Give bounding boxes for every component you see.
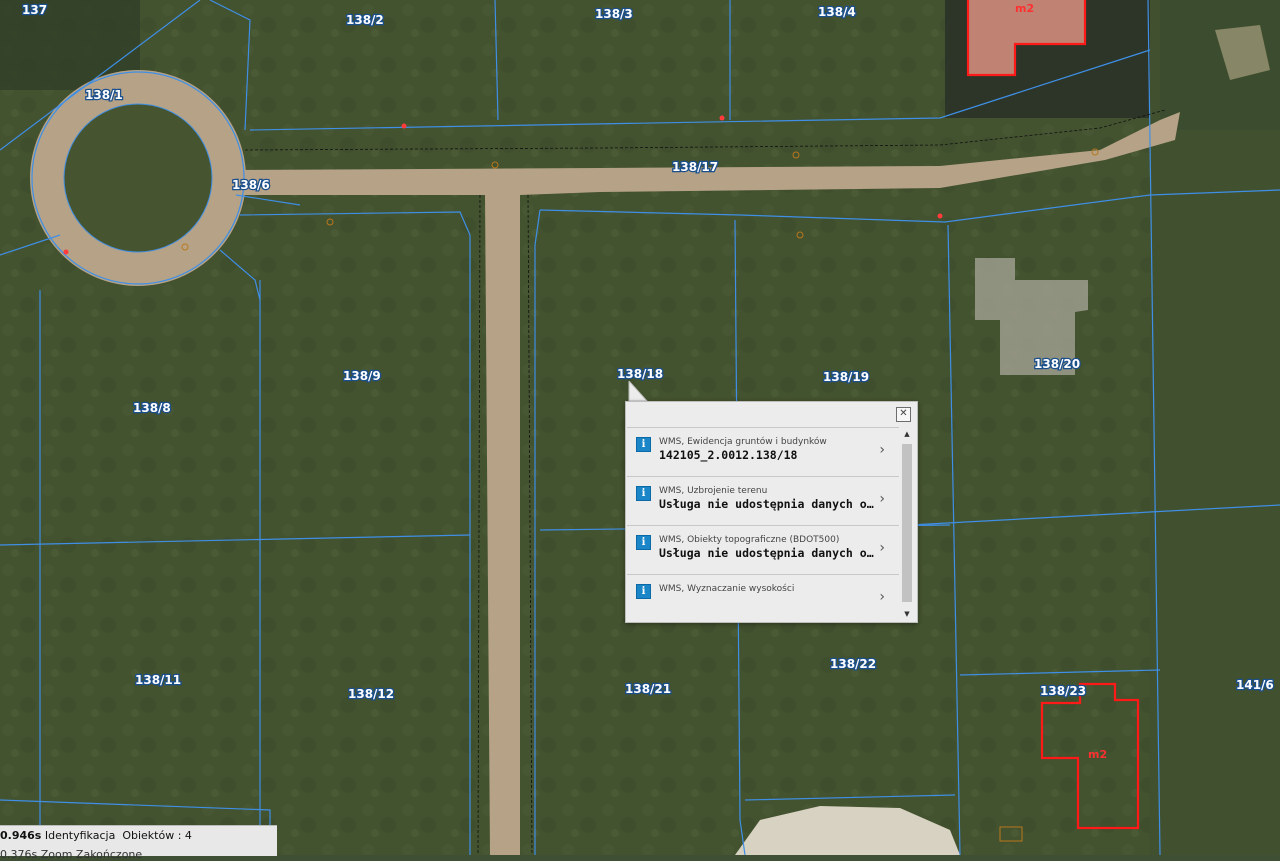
- info-icon: i: [636, 437, 651, 452]
- result-value: Usługa nie udostępnia danych opisowych: [659, 497, 874, 511]
- parcel-label-138-8[interactable]: 138/8: [132, 400, 172, 417]
- result-value: 142105_2.0012.138/18: [659, 448, 798, 462]
- status-count: Obiektów : 4: [122, 829, 192, 842]
- parcel-label-138-20[interactable]: 138/20: [1033, 356, 1082, 373]
- chevron-right-icon[interactable]: ›: [879, 491, 885, 507]
- result-source: WMS, Ewidencja gruntów i budynków: [659, 437, 827, 447]
- chevron-right-icon[interactable]: ›: [879, 442, 885, 458]
- parcel-label-138-1[interactable]: 138/1: [84, 87, 124, 104]
- scroll-up-icon[interactable]: ▲: [901, 430, 913, 440]
- popup-pointer: [628, 381, 649, 402]
- parcel-label-138-21[interactable]: 138/21: [624, 681, 673, 698]
- result-item[interactable]: i WMS, Wyznaczanie wysokości ›: [627, 574, 899, 621]
- parcel-label-137[interactable]: 137: [21, 2, 49, 19]
- building-label: m2: [1088, 748, 1107, 761]
- parcel-label-138-3[interactable]: 138/3: [594, 6, 634, 23]
- parcel-label-138-19[interactable]: 138/19: [822, 369, 871, 386]
- result-item[interactable]: i WMS, Ewidencja gruntów i budynków 1421…: [627, 427, 899, 476]
- parcel-label-138-4[interactable]: 138/4: [817, 4, 857, 21]
- parcel-label-138-6[interactable]: 138/6: [231, 177, 271, 194]
- parcel-label-138-23[interactable]: 138/23: [1039, 683, 1088, 700]
- result-item[interactable]: i WMS, Uzbrojenie terenu Usługa nie udos…: [627, 476, 899, 525]
- parcel-label-141-6[interactable]: 141/6: [1235, 677, 1275, 694]
- identify-popup: ✕ i WMS, Ewidencja gruntów i budynków 14…: [625, 401, 918, 623]
- scroll-down-icon[interactable]: ▼: [901, 610, 913, 620]
- parcel-label-138-11[interactable]: 138/11: [134, 672, 183, 689]
- result-source: WMS, Uzbrojenie terenu: [659, 486, 768, 496]
- identify-result-list: i WMS, Ewidencja gruntów i budynków 1421…: [627, 427, 899, 621]
- status-time: 0.946s: [0, 829, 42, 842]
- roundabout-center: [64, 104, 212, 252]
- chevron-right-icon[interactable]: ›: [879, 589, 885, 605]
- parcel-label-138-18[interactable]: 138/18: [616, 366, 665, 383]
- info-icon: i: [636, 535, 651, 550]
- result-source: WMS, Wyznaczanie wysokości: [659, 584, 795, 594]
- info-icon: i: [636, 486, 651, 501]
- status-mode: Identyfikacja: [44, 829, 116, 842]
- parcel-label-138-17[interactable]: 138/17: [671, 159, 720, 176]
- building-label: m2: [1015, 2, 1034, 15]
- result-item[interactable]: i WMS, Obiekty topograficzne (BDOT500) U…: [627, 525, 899, 574]
- scroll-thumb[interactable]: [902, 444, 912, 602]
- info-icon: i: [636, 584, 651, 599]
- result-value: Usługa nie udostępnia danych opisowych: [659, 546, 874, 560]
- close-button[interactable]: ✕: [896, 407, 911, 422]
- parcel-label-138-12[interactable]: 138/12: [347, 686, 396, 703]
- status-line-1: 0.946s Identyfikacja Obiektów : 4: [0, 829, 192, 842]
- parcel-label-138-22[interactable]: 138/22: [829, 656, 878, 673]
- popup-scrollbar[interactable]: ▲ ▼: [901, 430, 913, 620]
- status-bar: 0.946s Identyfikacja Obiektów : 4 0.376s…: [0, 825, 277, 861]
- chevron-right-icon[interactable]: ›: [879, 540, 885, 556]
- parcel-label-138-9[interactable]: 138/9: [342, 368, 382, 385]
- result-source: WMS, Obiekty topograficzne (BDOT500): [659, 535, 840, 545]
- parcel-label-138-2[interactable]: 138/2: [345, 12, 385, 29]
